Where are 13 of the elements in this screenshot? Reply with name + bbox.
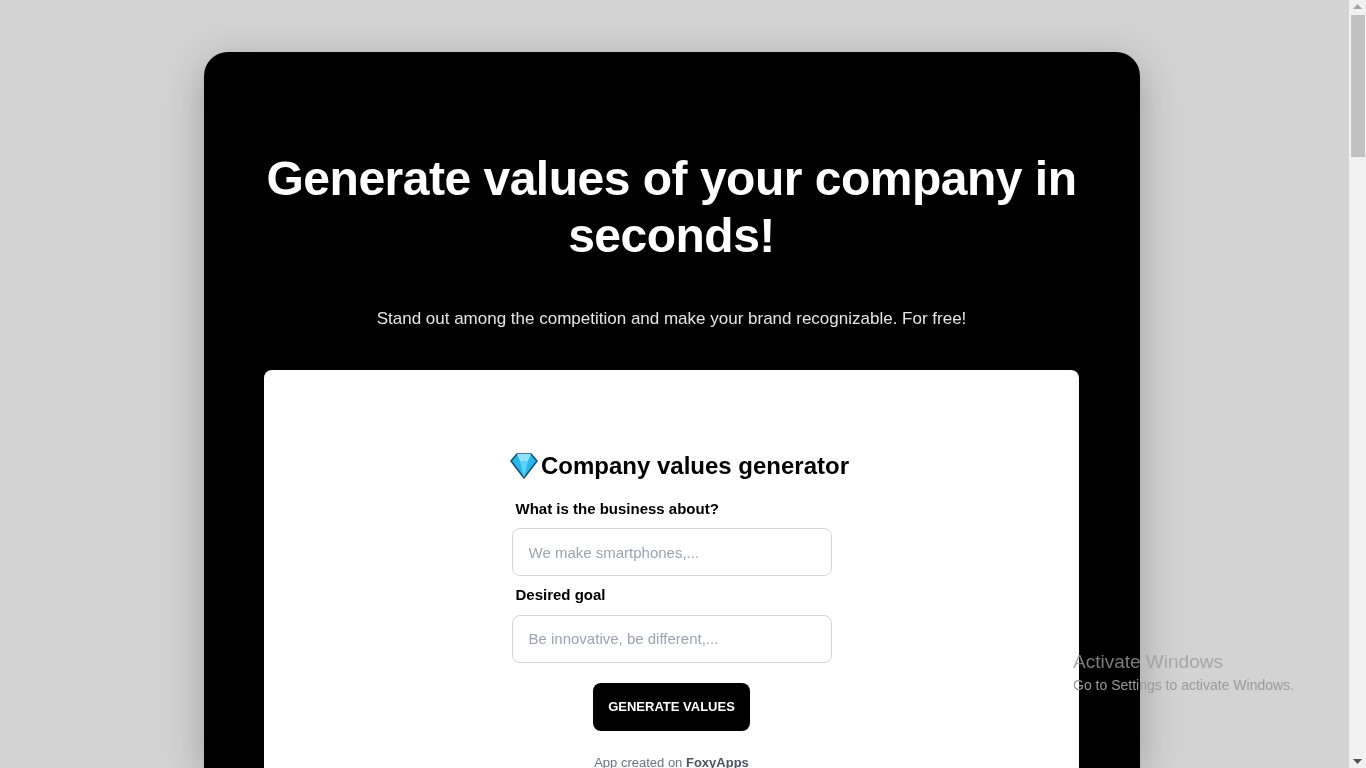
form-title: Company values generator [540,450,850,481]
hero-subtitle: Stand out among the competition and make your brand recognizable. For free! [376,308,967,330]
scrollbar-thumb[interactable] [1350,15,1365,157]
field-label: What is the business about? [515,498,720,519]
diamond-icon [509,452,538,479]
field-label: Desired goal [515,585,607,605]
scroll-up-icon[interactable] [1353,4,1362,9]
scroll-down-icon[interactable] [1353,759,1362,764]
input-field[interactable]: We make smartphones,... [511,528,832,576]
input-field[interactable]: Be innovative, be different,... [511,614,832,663]
generate-button[interactable]: GENERATE VALUES [593,682,750,731]
scrollbar[interactable] [1349,0,1366,768]
hero-title: Generate values of your company in seconds! [265,151,1078,264]
